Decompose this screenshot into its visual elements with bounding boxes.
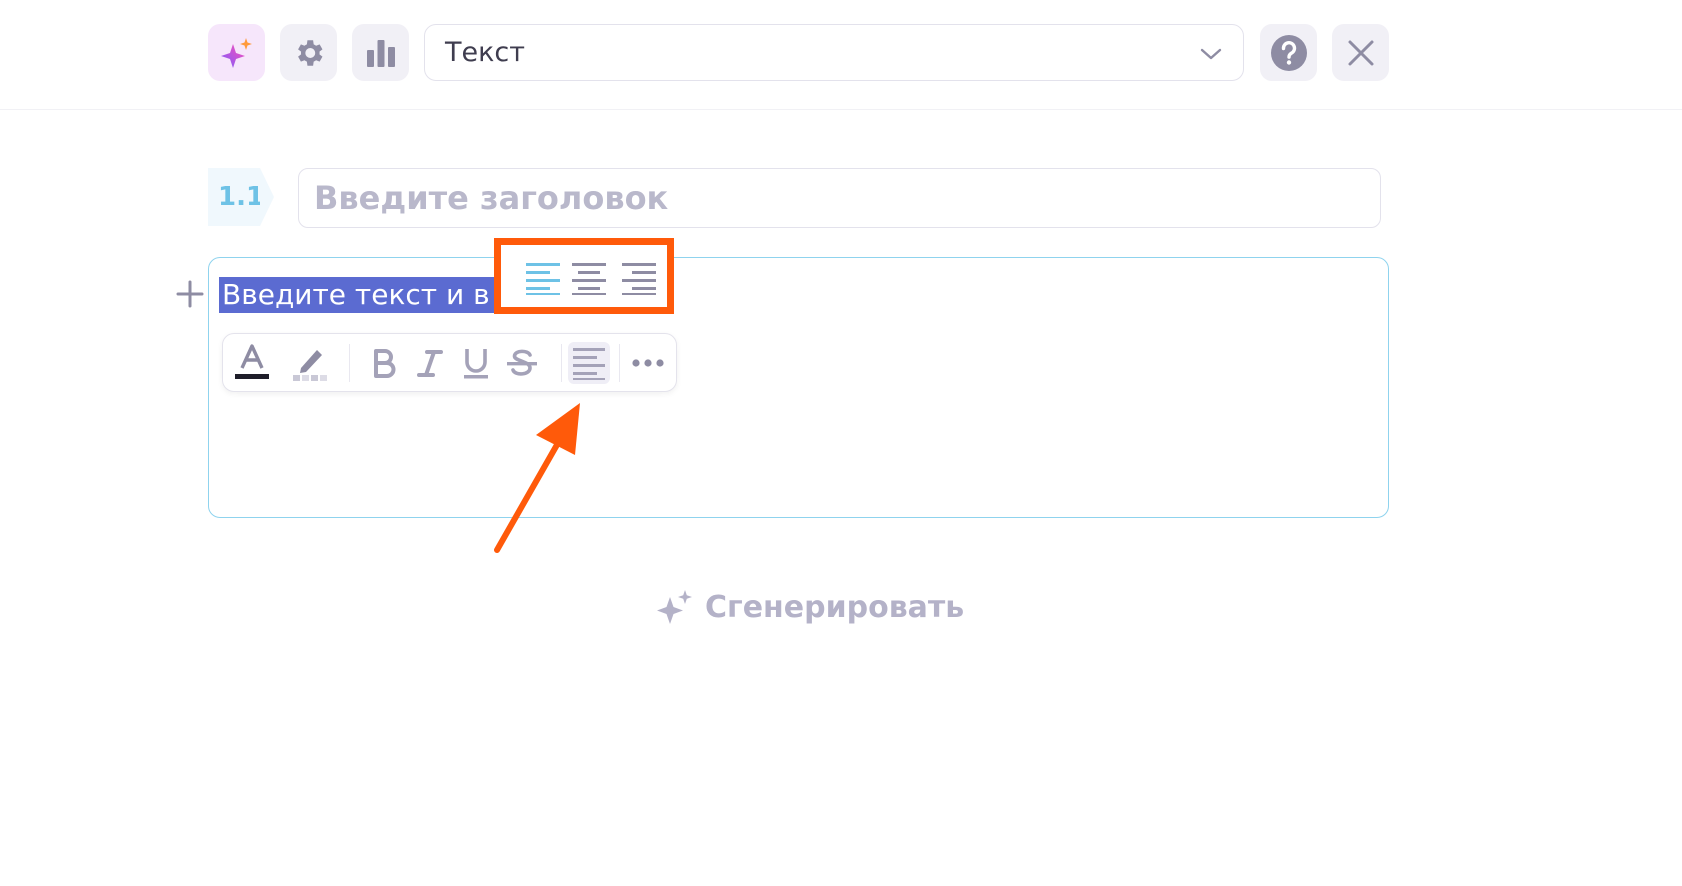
- underline-button[interactable]: [455, 342, 497, 384]
- marker-icon: [293, 350, 327, 381]
- align-right-icon: [622, 263, 656, 295]
- more-dots-icon: [632, 359, 664, 367]
- align-left-icon: [526, 263, 560, 295]
- gear-icon: [297, 39, 322, 66]
- heading-input[interactable]: [298, 168, 1381, 228]
- close-icon: [1348, 40, 1373, 65]
- block-type-select[interactable]: Текст: [424, 24, 1244, 81]
- selected-text[interactable]: Введите текст и в: [219, 277, 496, 313]
- underline-icon: [464, 349, 488, 379]
- generate-button[interactable]: Сгенерировать: [655, 585, 964, 629]
- toolbar-divider: [561, 344, 562, 382]
- align-center-icon: [572, 263, 606, 295]
- align-center-option[interactable]: [567, 258, 611, 298]
- help-icon: [1270, 34, 1307, 71]
- section-number-badge: 1.1: [208, 168, 274, 226]
- strikethrough-button[interactable]: [501, 342, 543, 384]
- annotation-arrow: [494, 403, 580, 553]
- settings-button[interactable]: [280, 24, 337, 81]
- align-left-icon: [573, 348, 605, 380]
- more-button[interactable]: [627, 342, 669, 384]
- bold-icon: [374, 349, 396, 378]
- stats-button[interactable]: [352, 24, 409, 81]
- align-right-option[interactable]: [617, 258, 661, 298]
- align-button[interactable]: [568, 342, 610, 384]
- text-color-button[interactable]: [231, 342, 273, 384]
- bar-chart-icon: [366, 39, 395, 67]
- strikethrough-icon: [507, 349, 537, 376]
- help-button[interactable]: [1260, 24, 1317, 81]
- sparkle-icon: [220, 37, 252, 68]
- toolbar-divider: [349, 344, 350, 382]
- chevron-down-icon: [1200, 48, 1222, 60]
- format-toolbar: [222, 333, 677, 392]
- close-button[interactable]: [1332, 24, 1389, 81]
- ai-sparkle-button[interactable]: [208, 24, 265, 81]
- alignment-popup: [494, 238, 674, 314]
- toolbar-divider: [619, 344, 620, 382]
- italic-button[interactable]: [409, 342, 451, 384]
- block-type-value: Текст: [445, 37, 525, 68]
- generate-label: Сгенерировать: [705, 589, 965, 625]
- text-color-icon: [235, 344, 269, 379]
- align-left-option[interactable]: [521, 258, 565, 298]
- sparkle-icon: [657, 590, 692, 624]
- highlight-button[interactable]: [289, 342, 331, 384]
- add-block-plus-icon[interactable]: [175, 279, 205, 309]
- italic-icon: [417, 350, 443, 377]
- top-toolbar: Текст: [0, 0, 1682, 110]
- bold-button[interactable]: [363, 342, 405, 384]
